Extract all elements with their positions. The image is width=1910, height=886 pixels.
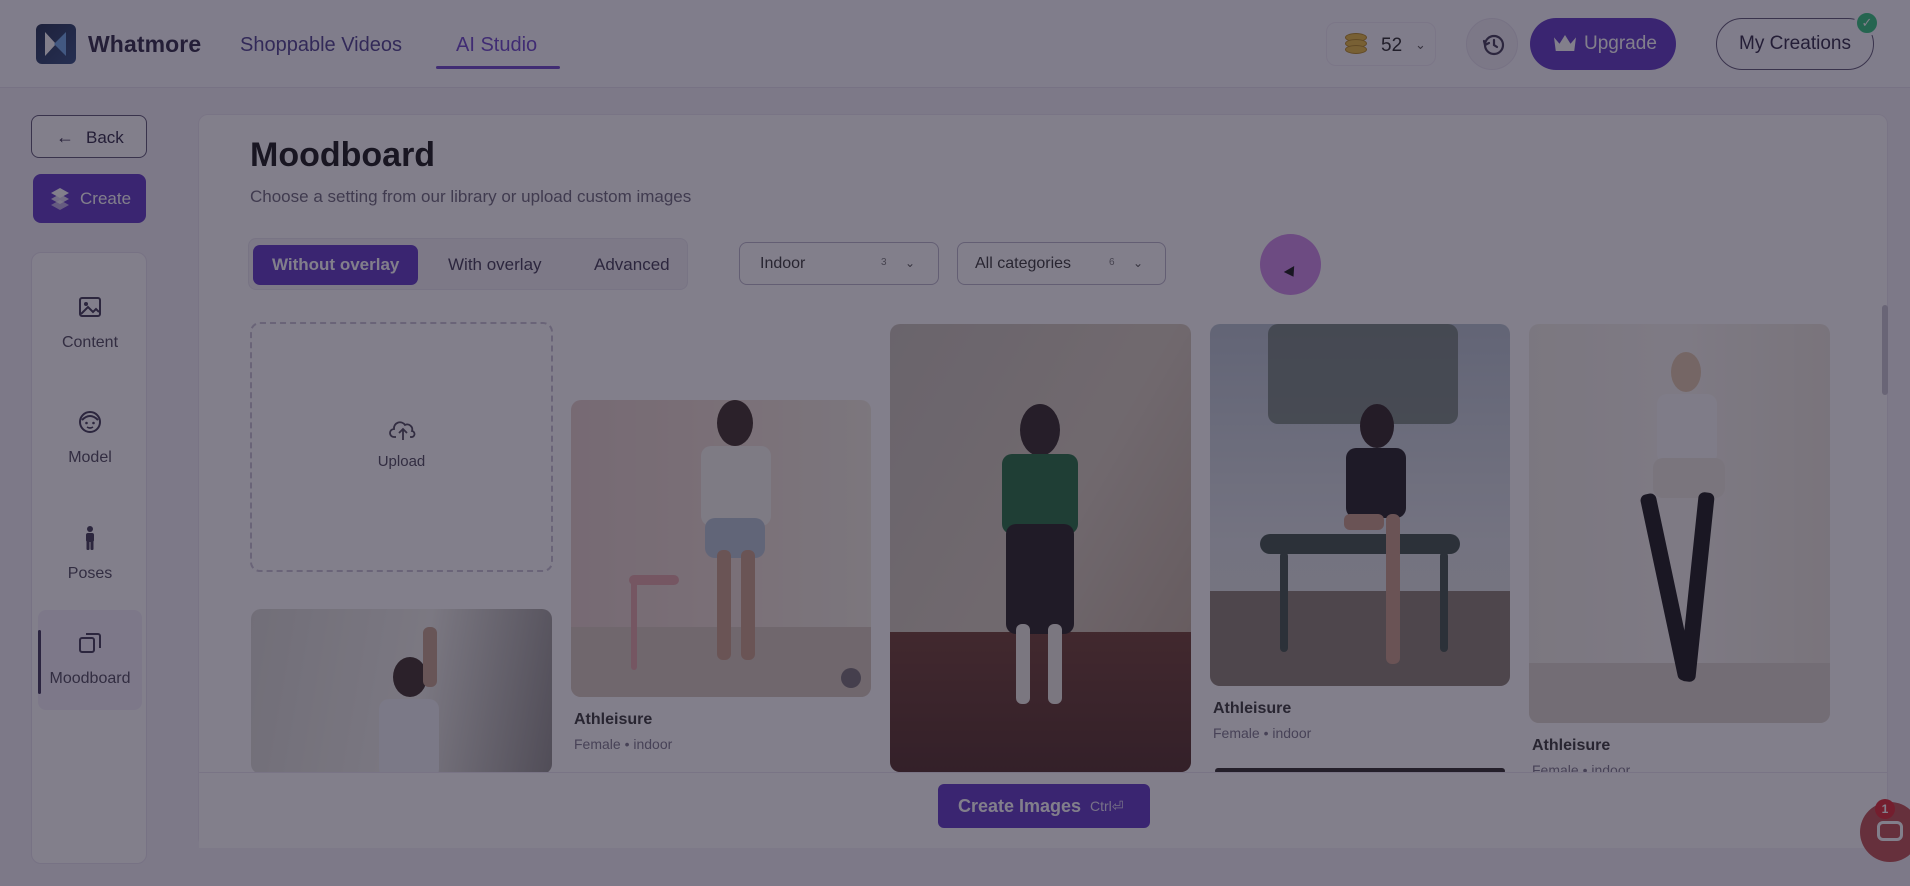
tab-with-overlay[interactable]: With overlay: [429, 245, 561, 285]
sidebar-item-label: Model: [68, 449, 112, 466]
person-icon: [86, 526, 94, 550]
location-filter-select[interactable]: Indoor 3 ⌄: [739, 242, 939, 285]
create-button[interactable]: Create: [33, 174, 146, 223]
nav-ai-studio[interactable]: AI Studio: [456, 34, 537, 57]
nav-shoppable-videos[interactable]: Shoppable Videos: [240, 34, 402, 57]
back-label: Back: [86, 128, 124, 147]
upgrade-button[interactable]: Upgrade: [1530, 18, 1676, 70]
page-subtitle: Choose a setting from our library or upl…: [250, 187, 692, 206]
arrow-left-icon: ←: [56, 127, 74, 147]
sidebar-item-label: Moodboard: [49, 670, 131, 687]
whatmore-logo-icon[interactable]: [36, 24, 76, 64]
tab-advanced[interactable]: Advanced: [575, 245, 689, 285]
coins-icon: [1345, 33, 1369, 57]
credits-count: 52: [1381, 35, 1403, 56]
brand-name: Whatmore: [88, 31, 202, 57]
sidebar-item-poses[interactable]: Poses: [38, 505, 142, 605]
history-icon: [1482, 34, 1505, 56]
sidebar-item-label: Poses: [67, 565, 113, 582]
moodboard-icon: [79, 633, 101, 653]
notification-badge: 1: [1875, 799, 1895, 819]
moodboard-image[interactable]: [571, 400, 871, 697]
sidebar-item-label: Content: [61, 334, 119, 351]
overlay-tabs: Without overlay With overlay Advanced: [248, 238, 688, 290]
location-filter-count: 3: [881, 257, 887, 268]
tab-without-overlay[interactable]: Without overlay: [253, 245, 419, 285]
card-title: Athleisure: [1213, 700, 1292, 717]
category-filter-select[interactable]: All categories 6 ⌄: [957, 242, 1166, 285]
moodboard-image[interactable]: [1529, 324, 1830, 723]
moodboard-image[interactable]: [1210, 324, 1510, 686]
card-meta: Female • indoor: [574, 736, 673, 752]
upgrade-label: Upgrade: [1584, 33, 1657, 54]
top-navigation-bar: Whatmore Shoppable Videos AI Studio 52 ⌄…: [0, 0, 1910, 88]
create-label: Create: [80, 189, 132, 208]
credits-dropdown[interactable]: 52 ⌄: [1326, 22, 1436, 66]
image-icon: [79, 297, 101, 317]
cloud-upload-icon: [389, 421, 416, 440]
upload-dropzone[interactable]: Upload: [250, 322, 553, 572]
sidebar-item-content[interactable]: Content: [38, 274, 142, 374]
my-creations-button[interactable]: My Creations: [1716, 18, 1874, 70]
check-badge-icon: ✓: [1854, 10, 1880, 36]
back-button[interactable]: ← Back: [31, 115, 147, 158]
sidebar-active-indicator: [38, 630, 41, 694]
chat-icon: [1877, 821, 1903, 841]
nav-active-indicator: [436, 66, 560, 69]
chevron-down-icon: ⌄: [1133, 256, 1144, 270]
moodboard-image[interactable]: [251, 609, 552, 774]
history-button[interactable]: [1466, 18, 1518, 70]
layers-icon: [51, 188, 69, 210]
create-images-label: Create Images: [958, 796, 1082, 816]
crown-icon: [1554, 35, 1576, 51]
face-icon: [79, 411, 101, 433]
card-title: Athleisure: [574, 711, 653, 728]
card-title: Athleisure: [1532, 737, 1611, 754]
page-title: Moodboard: [250, 136, 436, 174]
chevron-down-icon: ⌄: [905, 256, 916, 270]
location-filter-value: Indoor: [760, 255, 806, 272]
category-filter-value: All categories: [975, 255, 1072, 272]
card-meta: Female • indoor: [1213, 725, 1312, 741]
moodboard-image[interactable]: [890, 324, 1191, 772]
category-filter-count: 6: [1109, 257, 1115, 268]
keyboard-shortcut: Ctrl⏎: [1090, 798, 1124, 814]
scrollbar[interactable]: [1882, 305, 1888, 395]
sidebar-item-moodboard[interactable]: Moodboard: [38, 610, 142, 710]
sound-icon[interactable]: [841, 668, 861, 688]
chevron-down-icon: ⌄: [1415, 37, 1426, 52]
upload-label: Upload: [377, 453, 426, 470]
sidebar-item-model[interactable]: Model: [38, 389, 142, 489]
create-images-button[interactable]: Create Images Ctrl⏎: [938, 784, 1150, 828]
cursor-highlight: [1260, 234, 1321, 295]
